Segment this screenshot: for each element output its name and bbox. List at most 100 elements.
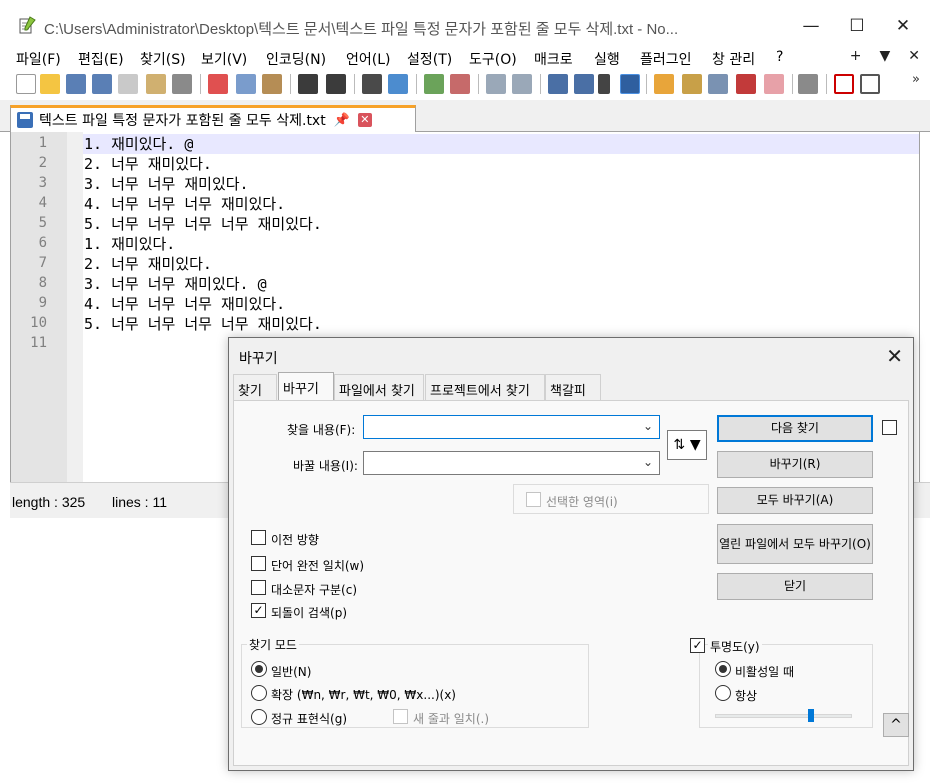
- document-tab[interactable]: 텍스트 파일 특정 문자가 포함된 줄 모두 삭제.txt 📌 ✕: [10, 105, 416, 132]
- tab-list-dropdown-icon[interactable]: ▼: [879, 48, 890, 64]
- collapse-dialog-button[interactable]: ^: [883, 713, 909, 737]
- folder-as-workspace-icon[interactable]: [708, 74, 728, 94]
- tab-find-in-files[interactable]: 파일에서 찾기: [334, 374, 424, 400]
- match-whole-word-checkbox[interactable]: [251, 556, 266, 571]
- find-what-combo[interactable]: ⌄: [363, 415, 660, 439]
- copy-icon[interactable]: [236, 74, 256, 94]
- replace-with-label: 바꿀 내용(I):: [293, 459, 358, 473]
- menu-macro[interactable]: 매크로: [534, 49, 573, 69]
- close-file-icon[interactable]: [118, 74, 138, 94]
- transparency-checkbox[interactable]: ✓: [690, 638, 705, 653]
- function-list-icon[interactable]: [682, 74, 702, 94]
- tab-replace[interactable]: 바꾸기: [278, 372, 334, 401]
- maximize-button[interactable]: ☐: [834, 8, 880, 44]
- tab-find[interactable]: 찾기: [233, 374, 277, 400]
- undo-icon[interactable]: [298, 74, 318, 94]
- line-number: 11: [30, 335, 47, 351]
- paste-icon[interactable]: [262, 74, 282, 94]
- in-selection-checkbox[interactable]: [526, 492, 541, 507]
- open-file-icon[interactable]: [40, 74, 60, 94]
- minimize-button[interactable]: —: [788, 8, 834, 44]
- on-losing-focus-radio[interactable]: [715, 661, 731, 677]
- replace-icon[interactable]: [388, 74, 408, 94]
- menu-encoding[interactable]: 인코딩(N): [266, 49, 326, 69]
- normal-mode-radio[interactable]: [251, 661, 267, 677]
- match-whole-word-label: 단어 완전 일치(w): [271, 559, 365, 573]
- sync-horizontal-icon[interactable]: [512, 74, 532, 94]
- close-window-button[interactable]: ✕: [880, 8, 926, 44]
- stop-recording-icon[interactable]: [860, 74, 880, 94]
- function-icon[interactable]: [736, 74, 756, 94]
- menu-search[interactable]: 찾기(S): [140, 49, 186, 69]
- save-all-icon[interactable]: [92, 74, 112, 94]
- swap-arrows-icon: ⇅: [673, 437, 686, 453]
- menu-run[interactable]: 실행: [594, 49, 620, 69]
- zoom-out-icon[interactable]: [450, 74, 470, 94]
- regex-mode-radio[interactable]: [251, 709, 267, 725]
- pin-icon[interactable]: 📌: [334, 113, 350, 128]
- new-tab-plus-icon[interactable]: +: [850, 48, 862, 64]
- replace-button[interactable]: 바꾸기(R): [717, 451, 873, 478]
- menu-plugins[interactable]: 플러그인: [640, 49, 692, 69]
- menu-help[interactable]: ?: [776, 49, 783, 65]
- menu-window[interactable]: 창 관리: [712, 49, 755, 69]
- toolbar-overflow-icon[interactable]: »: [912, 72, 920, 87]
- code-line: 4. 너무 너무 너무 재미있다.: [84, 195, 286, 213]
- chevron-down-icon[interactable]: ⌄: [643, 419, 653, 433]
- zoom-in-icon[interactable]: [424, 74, 444, 94]
- toolbar-separator: [540, 74, 541, 94]
- code-line: 3. 너무 너무 재미있다. @: [84, 275, 267, 293]
- transparency-slider-thumb[interactable]: [808, 709, 814, 722]
- replace-all-button[interactable]: 모두 바꾸기(A): [717, 487, 873, 514]
- record-macro-icon[interactable]: [834, 74, 854, 94]
- word-wrap-icon[interactable]: [548, 74, 568, 94]
- find-next-options-checkbox[interactable]: [882, 420, 897, 435]
- toolbar-separator: [646, 74, 647, 94]
- dot-matches-newline-checkbox[interactable]: [393, 709, 408, 724]
- monitoring-eye-icon[interactable]: [798, 74, 818, 94]
- toolbar-separator: [290, 74, 291, 94]
- tab-find-in-projects[interactable]: 프로젝트에서 찾기: [425, 374, 545, 400]
- find-icon[interactable]: [362, 74, 382, 94]
- extended-mode-radio[interactable]: [251, 685, 267, 701]
- menu-settings[interactable]: 설정(T): [407, 49, 452, 69]
- replace-all-in-open-documents-button[interactable]: 열린 파일에서 모두 바꾸기(O): [717, 524, 873, 564]
- save-icon[interactable]: [66, 74, 86, 94]
- line-number: 5: [38, 215, 47, 231]
- notepad-plus-plus-icon: [19, 16, 36, 34]
- backward-direction-checkbox[interactable]: [251, 530, 266, 545]
- open-folder-icon[interactable]: [764, 74, 784, 94]
- dialog-close-action-button[interactable]: 닫기: [717, 573, 873, 600]
- print-icon[interactable]: [172, 74, 192, 94]
- line-number: 4: [38, 195, 47, 211]
- menu-edit[interactable]: 편집(E): [78, 49, 124, 69]
- cut-icon[interactable]: [208, 74, 228, 94]
- swap-find-replace-button[interactable]: ⇅ ▼: [667, 430, 707, 460]
- close-all-icon[interactable]: [146, 74, 166, 94]
- close-document-icon[interactable]: ✕: [908, 48, 920, 64]
- new-file-icon[interactable]: [16, 74, 36, 94]
- document-map-icon[interactable]: [654, 74, 674, 94]
- transparency-slider-track[interactable]: [715, 714, 852, 718]
- line-number: 10: [30, 315, 47, 331]
- close-tab-icon[interactable]: ✕: [357, 113, 372, 127]
- dialog-title: 바꾸기: [239, 351, 278, 367]
- replace-with-combo[interactable]: ⌄: [363, 451, 660, 475]
- menu-view[interactable]: 보기(V): [201, 49, 247, 69]
- show-all-characters-icon[interactable]: [574, 74, 594, 94]
- indent-guide-icon[interactable]: [620, 74, 640, 94]
- menu-tools[interactable]: 도구(O): [469, 49, 517, 69]
- tab-mark[interactable]: 책갈피: [545, 374, 601, 400]
- menu-language[interactable]: 언어(L): [346, 49, 390, 69]
- match-case-checkbox[interactable]: [251, 580, 266, 595]
- redo-icon[interactable]: [326, 74, 346, 94]
- find-next-button[interactable]: 다음 찾기: [717, 415, 873, 442]
- sync-vertical-icon[interactable]: [486, 74, 506, 94]
- dialog-close-button[interactable]: ✕: [886, 344, 903, 368]
- fold-margin: [67, 132, 83, 482]
- menu-file[interactable]: 파일(F): [16, 49, 61, 69]
- chevron-down-icon[interactable]: ⌄: [643, 455, 653, 469]
- dropdown-arrow-icon[interactable]: [598, 74, 610, 94]
- always-radio[interactable]: [715, 685, 731, 701]
- wrap-around-checkbox[interactable]: ✓: [251, 603, 266, 618]
